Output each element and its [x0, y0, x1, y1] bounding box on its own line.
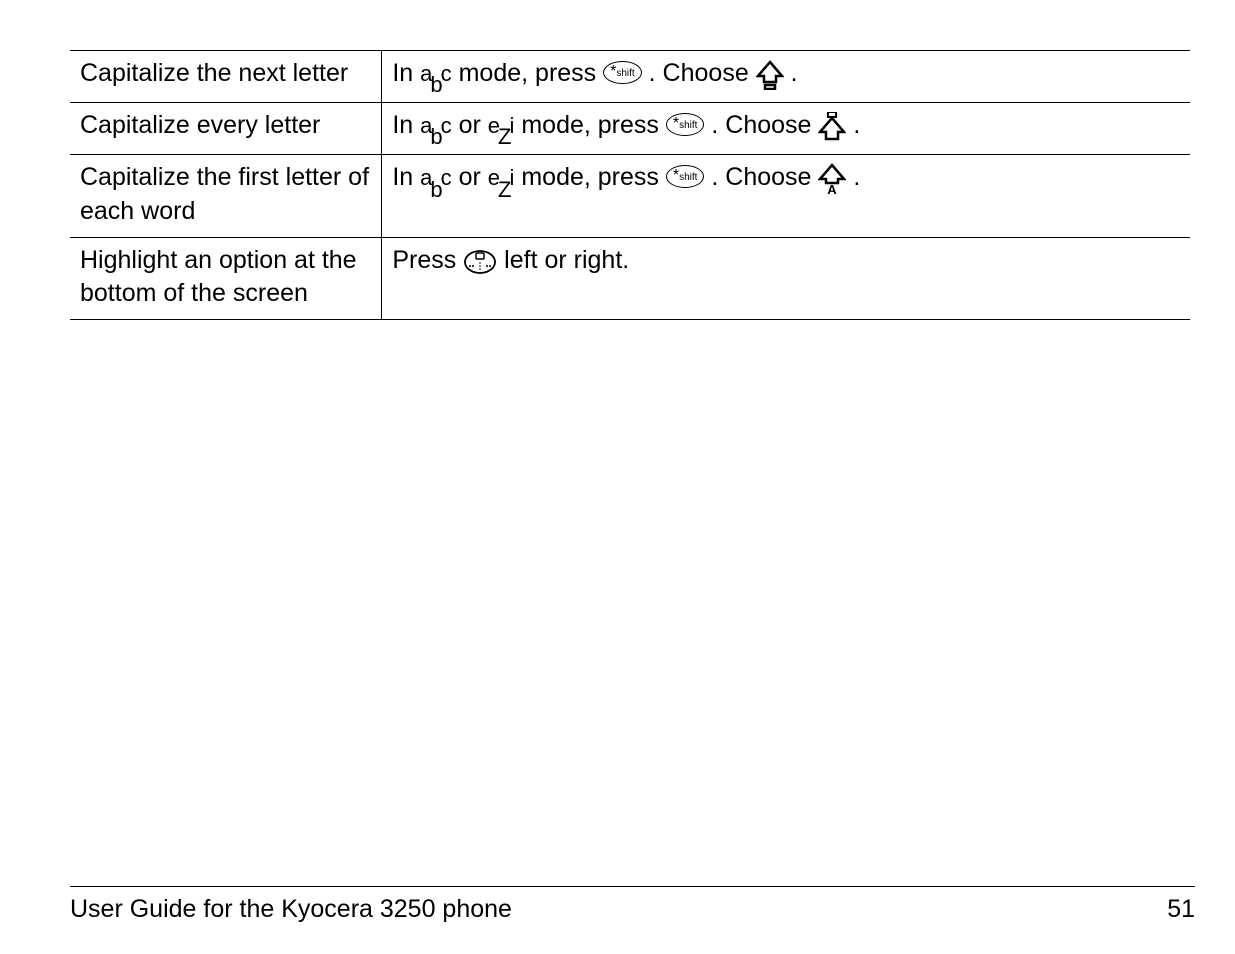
row-label-cell: Capitalize the next letter: [70, 51, 382, 103]
row-instruction-cell: In abc mode, press *shift . Choose .: [382, 51, 1190, 103]
nav-pad-icon: [463, 244, 497, 278]
ezi-mode-icon: eZi: [488, 113, 515, 138]
shift-outline-icon: [756, 58, 784, 92]
text: .: [791, 59, 798, 87]
document-page: Capitalize the next letter In abc mode, …: [0, 0, 1235, 954]
shift-key-icon: *shift: [666, 165, 705, 188]
text: .: [853, 163, 860, 191]
row-label-cell: Highlight an option at the bottom of the…: [70, 237, 382, 320]
table-row: Capitalize every letter In abc or eZi mo…: [70, 103, 1190, 155]
text: . Choose: [711, 163, 818, 191]
footer-title: User Guide for the Kyocera 3250 phone: [70, 895, 512, 924]
text: mode, press: [459, 59, 604, 87]
row-label-cell: Capitalize every letter: [70, 103, 382, 155]
row-label-cell: Capitalize the first letter of each word: [70, 155, 382, 238]
text: or: [459, 163, 488, 191]
abc-mode-icon: abc: [420, 165, 452, 190]
shift-key-icon: *shift: [603, 61, 642, 84]
svg-text:A: A: [828, 182, 838, 195]
text: In: [392, 163, 420, 191]
abc-mode-icon: abc: [420, 113, 452, 138]
row-label: Capitalize the first letter of each word: [80, 163, 369, 225]
text: In: [392, 59, 420, 87]
row-instruction-cell: In abc or eZi mode, press *shift . Choos…: [382, 155, 1190, 238]
ezi-mode-icon: eZi: [488, 165, 515, 190]
text: .: [853, 111, 860, 139]
shift-key-icon: *shift: [666, 113, 705, 136]
row-label: Capitalize the next letter: [80, 59, 348, 87]
shift-lock-icon: [818, 110, 846, 144]
text: In: [392, 111, 420, 139]
text: mode, press: [521, 111, 666, 139]
shift-a-icon: A: [818, 162, 846, 196]
row-label: Capitalize every letter: [80, 111, 320, 139]
table-row: Capitalize the next letter In abc mode, …: [70, 51, 1190, 103]
page-number: 51: [1167, 895, 1195, 924]
text: or: [459, 111, 488, 139]
instruction-table: Capitalize the next letter In abc mode, …: [70, 50, 1190, 320]
row-instruction-cell: In abc or eZi mode, press *shift . Choos…: [382, 103, 1190, 155]
row-instruction-cell: Press left or right.: [382, 237, 1190, 320]
row-label: Highlight an option at the bottom of the…: [80, 246, 357, 308]
table-row: Highlight an option at the bottom of the…: [70, 237, 1190, 320]
page-footer: User Guide for the Kyocera 3250 phone 51: [70, 886, 1195, 924]
text: . Choose: [649, 59, 756, 87]
text: Press: [392, 246, 463, 274]
text: left or right.: [504, 246, 629, 274]
abc-mode-icon: abc: [420, 61, 452, 86]
table-row: Capitalize the first letter of each word…: [70, 155, 1190, 238]
text: . Choose: [711, 111, 818, 139]
text: mode, press: [521, 163, 666, 191]
